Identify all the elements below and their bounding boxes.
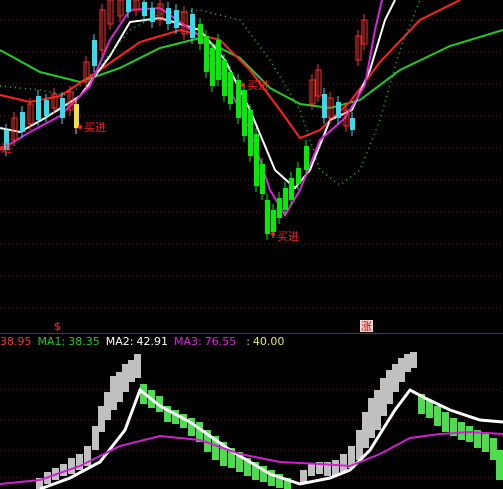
indicator-bar [374,390,381,430]
buy-signal-label: 买进 [247,79,269,92]
price-chart-panel[interactable]: 买进 买进 买进 买进 $ 涨 [0,0,503,333]
candle-body [322,94,327,118]
indicator-bar [340,454,347,472]
candle-body [260,164,265,194]
candle-body [74,104,79,128]
buy-signal-label: 买进 [84,121,106,134]
indicator-bar [368,398,375,438]
candle-body [216,40,221,80]
indicator-legend: 38.95 MA1: 38.35 MA2: 42.91 MA3: 76.55 :… [0,335,284,349]
candle-body [36,96,41,120]
candle-body [20,112,25,132]
candle-body [265,200,270,234]
price-grid [0,19,503,309]
candle-body [289,178,294,200]
ma-white-line [0,0,396,190]
buy-signal-label: 买进 [277,230,299,243]
dollar-marker: $ [54,320,61,333]
indicator-bar [308,464,315,476]
candle-body [92,40,97,66]
candle-body [271,210,276,232]
indicator-bar [482,434,489,452]
indicator-bar [490,438,497,460]
indicator-bar [92,426,99,450]
buy-signal-dot [241,83,245,87]
candle-body [336,102,341,118]
buy-signal-dot [271,232,275,236]
indicator-bar [356,430,363,460]
indicator-bar [116,372,123,402]
indicator-bar [386,370,393,404]
legend-ma2-value: 42.91 [136,335,168,348]
buy-signal-label: 买进 [0,142,12,155]
candle-body [210,48,215,86]
indicator-bar [98,406,105,432]
buy-signal-dot [78,125,82,129]
indicator-bar [122,364,129,392]
indicator-bar [458,422,465,440]
legend-ma3-label: MA3: [173,335,202,348]
candle-body [254,134,259,186]
indicator-bar [128,360,135,382]
indicator-bar [110,376,117,410]
legend-ma2-label: MA2: [105,335,134,348]
indicator-bar [442,412,449,432]
legend-extra-value: 40.00 [252,335,285,348]
indicator-bar [496,450,503,480]
candle-body [242,90,247,136]
candle-body [44,100,49,116]
candle-body [198,24,203,44]
candle-body [236,80,241,118]
candle-body [248,110,253,156]
candle-body [174,10,179,28]
candlestick-series [4,0,368,240]
candle-body [142,2,147,16]
candle-body [166,8,171,24]
candle-body [304,146,309,170]
indicator-bar [68,458,75,474]
panel-divider [0,333,503,334]
candle-body [283,188,288,210]
legend-ma3-value: 76.55 [204,335,237,348]
indicator-bar [410,352,417,368]
candle-body [228,72,233,104]
indicator-bar [380,378,387,416]
candle-body [190,14,195,38]
candle-body [296,168,301,184]
indicator-bar [362,412,369,448]
legend-ma1-label: MA1: [37,335,66,348]
candle-body [126,0,131,12]
candle-body [350,118,355,130]
indicator-chart-panel[interactable] [0,350,503,489]
candle-body [277,198,282,218]
legend-first-value: 38.95 [0,335,32,348]
indicator-bar [392,364,399,392]
indicator-bar [404,354,411,372]
legend-extra-label: : [246,335,250,348]
candle-body [222,60,227,96]
candle-body [150,8,155,22]
buy-signal-1: 买进 [0,142,12,155]
zhang-marker: 涨 [361,320,372,333]
candle-body [204,36,209,72]
candle-body [60,98,65,118]
indicator-bar [104,392,111,420]
indicator-bar [134,354,141,378]
indicator-bar [466,426,473,442]
indicator-bar [434,406,441,426]
buy-signal-2: 买进 [78,121,106,134]
legend-ma1-value: 38.35 [68,335,100,348]
indicator-bar [398,358,405,382]
ma-green-line [0,29,503,110]
